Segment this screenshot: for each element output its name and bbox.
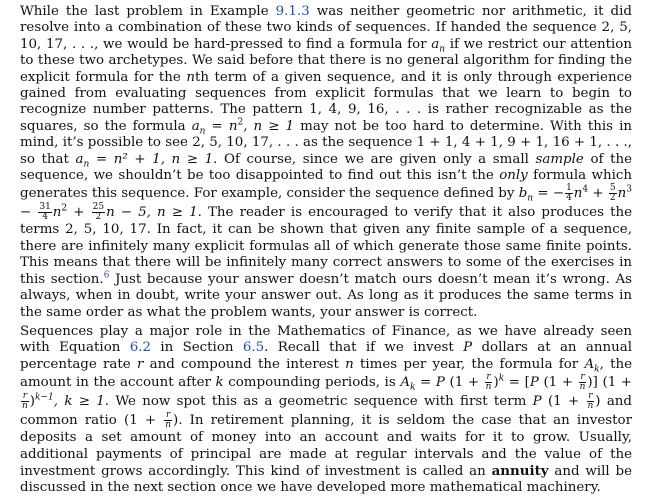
equation-reference-link[interactable]: 6.2: [130, 340, 151, 355]
text-span: and compound the interest: [143, 356, 346, 372]
text-span: times per year, the formula for: [353, 356, 585, 372]
math-k: k: [215, 375, 224, 391]
math-formula-squares: an = n2, n ≥ 1: [191, 117, 295, 137]
fraction: rn: [21, 391, 29, 412]
term-annuity: annuity: [491, 462, 549, 479]
text-span: . We now spot this as a geometric sequen…: [104, 394, 533, 410]
emphasis-only: only: [499, 168, 528, 184]
fraction: 14: [565, 183, 573, 204]
fraction: rn: [578, 372, 587, 393]
math-n: n: [345, 356, 354, 372]
section-reference-link[interactable]: 6.5: [243, 340, 264, 355]
emphasis-sample: sample: [535, 151, 584, 167]
fraction: rn: [164, 410, 172, 431]
example-reference-link[interactable]: 9.1.3: [276, 4, 310, 19]
paragraph-finance-sequences: Sequences play a major role in the Mathe…: [20, 324, 632, 497]
math-a-sub-n: an: [431, 36, 446, 55]
fraction: 25 2: [91, 202, 106, 223]
text-span: While the last problem in Example: [20, 4, 276, 19]
paragraph-sequences-formulas: While the last problem in Example 9.1.3 …: [20, 4, 632, 321]
math-first-term: P (1 + r n): [532, 391, 601, 412]
math-formula-squares-plus-one: an = n² + 1, n ≥ 1: [75, 151, 214, 170]
math-P: P: [463, 340, 473, 356]
text-span: in Section: [151, 340, 243, 356]
fraction: 31 4: [38, 202, 52, 223]
document-page: While the last problem in Example 9.1.3 …: [20, 4, 632, 497]
text-span: . Of course, since we are given only a s…: [213, 151, 536, 167]
fraction: rn: [586, 391, 595, 412]
text-span: . Recall that if we invest: [264, 340, 464, 356]
math-n: n: [186, 69, 195, 85]
math-A-sub-k: Ak: [584, 356, 600, 375]
text-span: compounding periods, is: [223, 375, 401, 391]
fraction: 52: [608, 183, 617, 204]
text-span: Just because your answer doesn’t match o…: [20, 271, 632, 320]
math-common-ratio: (1 + r n): [124, 410, 179, 431]
fraction: rn: [484, 372, 493, 393]
